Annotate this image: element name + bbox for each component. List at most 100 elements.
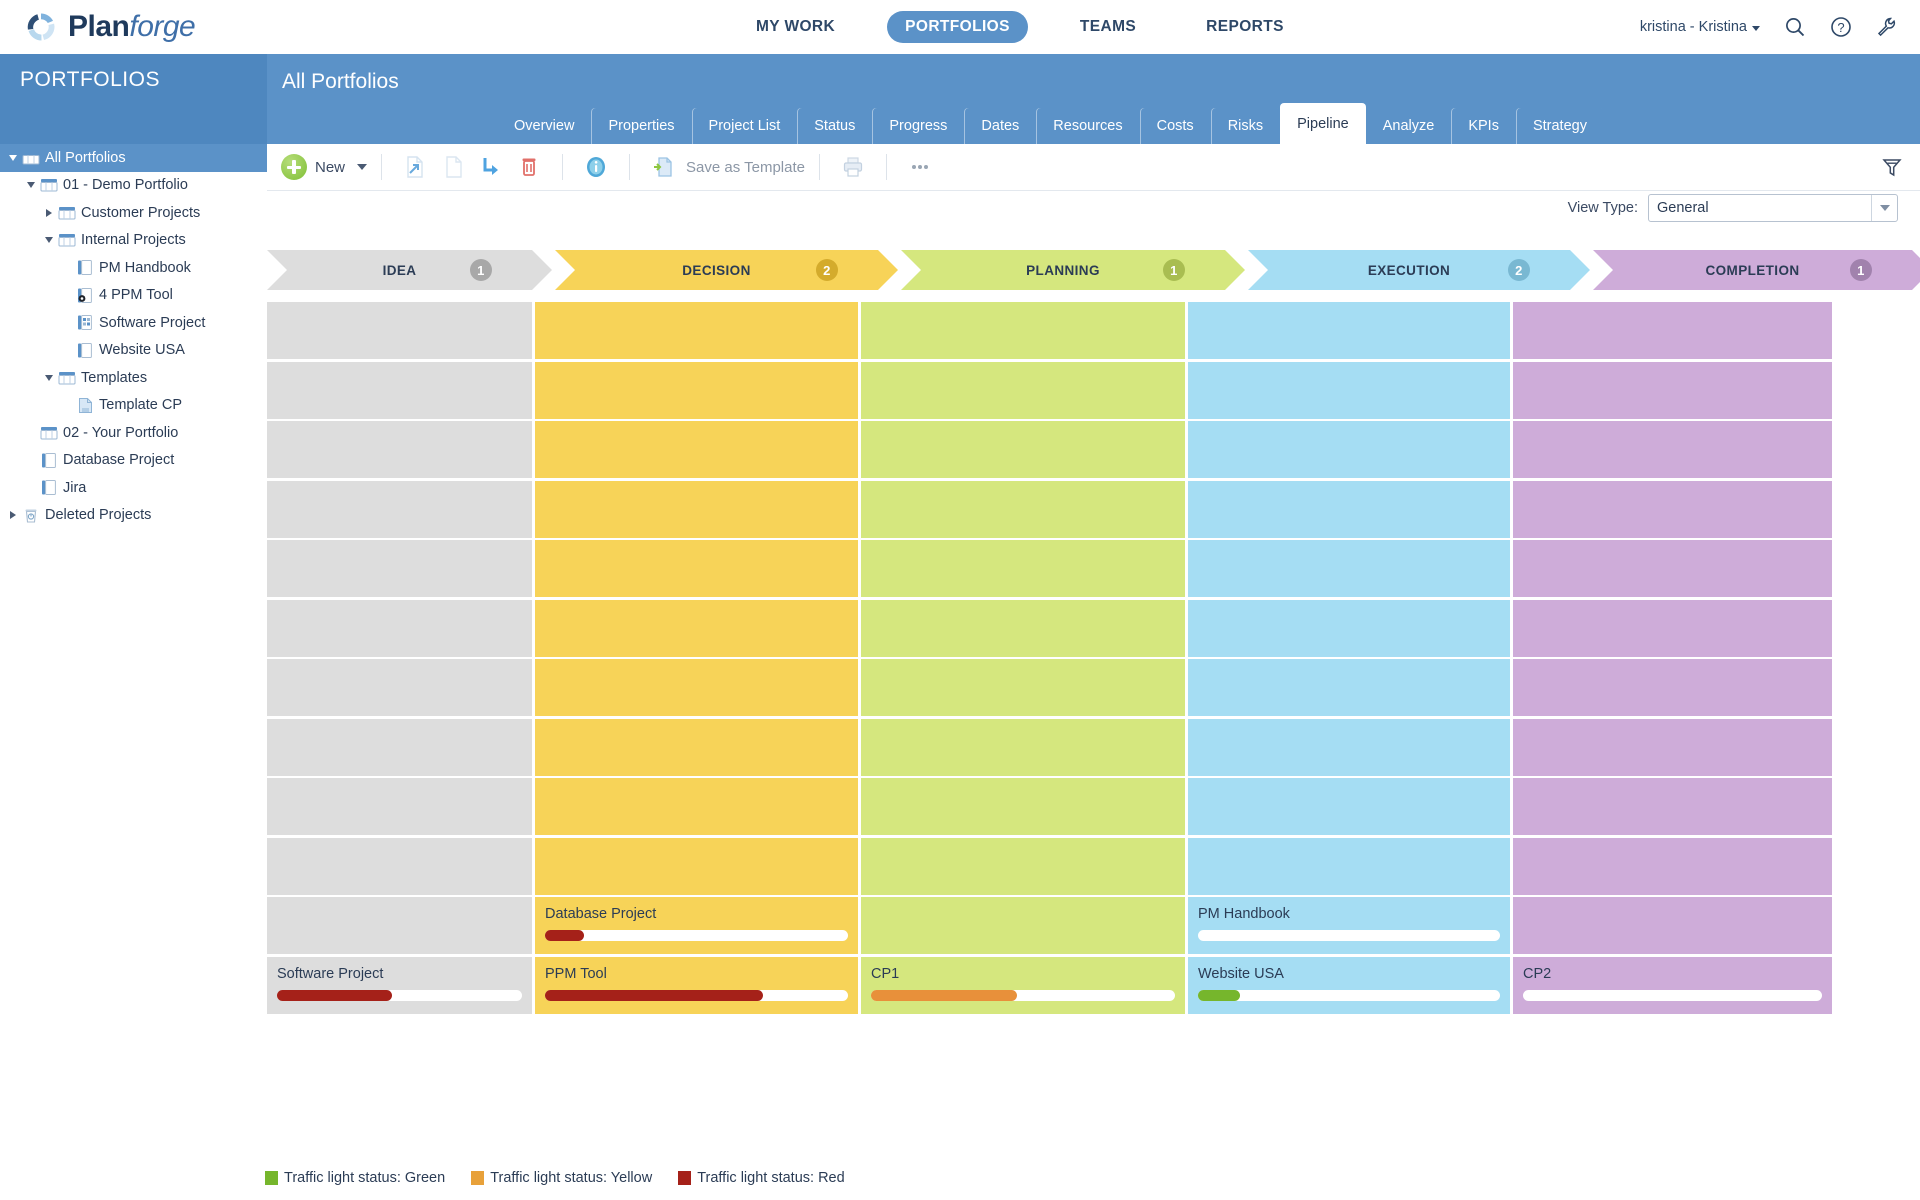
pipeline-cell[interactable] bbox=[1188, 421, 1510, 478]
pipeline-cell[interactable] bbox=[1513, 778, 1832, 835]
pipeline-cell[interactable] bbox=[1513, 659, 1832, 716]
sidebar-item-website-usa[interactable]: Website USA bbox=[0, 337, 267, 365]
project-card[interactable]: PM Handbook bbox=[1188, 897, 1510, 954]
chevron-down-icon[interactable] bbox=[1871, 195, 1897, 221]
pipeline-cell[interactable] bbox=[267, 837, 532, 895]
pipeline-cell[interactable] bbox=[535, 659, 858, 716]
pipeline-cell[interactable] bbox=[861, 361, 1185, 419]
sidebar-item-deleted-projects[interactable]: Deleted Projects bbox=[0, 502, 267, 530]
pipeline-cell[interactable] bbox=[535, 599, 858, 657]
pipeline-cell[interactable] bbox=[267, 718, 532, 776]
pipeline-cell[interactable] bbox=[267, 659, 532, 716]
app-logo[interactable]: Planforge bbox=[0, 10, 400, 44]
chevron-down-icon[interactable] bbox=[42, 374, 56, 381]
tab-pipeline[interactable]: Pipeline bbox=[1280, 103, 1366, 144]
pipeline-cell[interactable] bbox=[861, 599, 1185, 657]
search-icon[interactable] bbox=[1784, 16, 1806, 38]
pipeline-cell[interactable] bbox=[267, 302, 532, 359]
filter-icon[interactable] bbox=[1880, 155, 1904, 179]
project-card-title[interactable]: Database Project bbox=[545, 906, 656, 922]
chevron-down-icon[interactable] bbox=[6, 154, 20, 161]
pipeline-cell[interactable] bbox=[267, 480, 532, 538]
pipeline-cell[interactable] bbox=[1513, 480, 1832, 538]
pipeline-cell[interactable] bbox=[535, 718, 858, 776]
nav-reports[interactable]: REPORTS bbox=[1188, 11, 1302, 43]
open-project-icon[interactable] bbox=[401, 153, 429, 181]
sidebar-item-02-your-portfolio[interactable]: 02 - Your Portfolio bbox=[0, 419, 267, 447]
pipeline-cell[interactable] bbox=[861, 778, 1185, 835]
pipeline-stage-planning[interactable]: PLANNING 1 bbox=[901, 250, 1245, 290]
tab-risks[interactable]: Risks bbox=[1211, 108, 1280, 144]
pipeline-cell[interactable] bbox=[1513, 837, 1832, 895]
tab-project-list[interactable]: Project List bbox=[692, 108, 798, 144]
pipeline-stage-idea[interactable]: IDEA 1 bbox=[267, 250, 552, 290]
sidebar-item-01-demo-portfolio[interactable]: 01 - Demo Portfolio bbox=[0, 172, 267, 200]
sidebar-item-software-project[interactable]: Software Project bbox=[0, 309, 267, 337]
chevron-right-icon[interactable] bbox=[6, 511, 20, 520]
pipeline-cell[interactable] bbox=[1513, 361, 1832, 419]
tab-progress[interactable]: Progress bbox=[872, 108, 964, 144]
tab-costs[interactable]: Costs bbox=[1140, 108, 1211, 144]
pipeline-cell[interactable] bbox=[535, 480, 858, 538]
pipeline-cell[interactable] bbox=[1513, 718, 1832, 776]
pipeline-cell[interactable] bbox=[1513, 421, 1832, 478]
tab-properties[interactable]: Properties bbox=[591, 108, 691, 144]
pipeline-cell[interactable] bbox=[267, 897, 532, 954]
settings-wrench-icon[interactable] bbox=[1876, 16, 1898, 38]
pipeline-cell[interactable] bbox=[535, 540, 858, 597]
pipeline-cell[interactable] bbox=[267, 421, 532, 478]
sidebar-item-pm-handbook[interactable]: PM Handbook bbox=[0, 254, 267, 282]
pipeline-cell[interactable] bbox=[861, 540, 1185, 597]
pipeline-cell[interactable] bbox=[1188, 837, 1510, 895]
tab-resources[interactable]: Resources bbox=[1036, 108, 1139, 144]
pipeline-cell[interactable] bbox=[1188, 540, 1510, 597]
info-icon[interactable] bbox=[582, 153, 610, 181]
pipeline-cell[interactable] bbox=[861, 421, 1185, 478]
pipeline-cell[interactable] bbox=[861, 659, 1185, 716]
sidebar-item-database-project[interactable]: Database Project bbox=[0, 447, 267, 475]
new-button[interactable]: New bbox=[281, 154, 368, 180]
project-card-title[interactable]: Website USA bbox=[1198, 966, 1284, 982]
tab-analyze[interactable]: Analyze bbox=[1366, 108, 1452, 144]
sidebar-item-templates[interactable]: Templates bbox=[0, 364, 267, 392]
project-card[interactable]: CP2 bbox=[1513, 956, 1832, 1014]
more-icon[interactable] bbox=[906, 153, 934, 181]
pipeline-cell[interactable] bbox=[861, 718, 1185, 776]
tab-status[interactable]: Status bbox=[797, 108, 872, 144]
pipeline-cell[interactable] bbox=[267, 540, 532, 597]
project-card[interactable]: Software Project bbox=[267, 956, 532, 1014]
pipeline-cell[interactable] bbox=[1188, 778, 1510, 835]
pipeline-cell[interactable] bbox=[1513, 599, 1832, 657]
pipeline-cell[interactable] bbox=[1513, 540, 1832, 597]
pipeline-stage-completion[interactable]: COMPLETION 1 bbox=[1593, 250, 1920, 290]
project-card-title[interactable]: Software Project bbox=[277, 966, 383, 982]
help-icon[interactable]: ? bbox=[1830, 16, 1852, 38]
nav-my-work[interactable]: MY WORK bbox=[738, 11, 853, 43]
nav-teams[interactable]: TEAMS bbox=[1062, 11, 1154, 43]
pipeline-cell[interactable] bbox=[267, 778, 532, 835]
view-type-select[interactable]: General bbox=[1648, 194, 1898, 222]
tab-dates[interactable]: Dates bbox=[964, 108, 1036, 144]
user-menu[interactable]: kristina - Kristina bbox=[1640, 19, 1760, 35]
tab-kpis[interactable]: KPIs bbox=[1451, 108, 1516, 144]
pipeline-cell[interactable] bbox=[535, 837, 858, 895]
project-card-title[interactable]: CP1 bbox=[871, 966, 899, 982]
chevron-right-icon[interactable] bbox=[42, 208, 56, 217]
pipeline-stage-decision[interactable]: DECISION 2 bbox=[555, 250, 898, 290]
project-card[interactable]: Website USA bbox=[1188, 956, 1510, 1014]
pipeline-cell[interactable] bbox=[535, 421, 858, 478]
pipeline-cell[interactable] bbox=[1188, 659, 1510, 716]
pipeline-cell[interactable] bbox=[861, 897, 1185, 954]
sidebar-item-all-portfolios[interactable]: All Portfolios bbox=[0, 144, 267, 172]
project-card-title[interactable]: PM Handbook bbox=[1198, 906, 1290, 922]
pipeline-cell[interactable] bbox=[1188, 302, 1510, 359]
sidebar-item-internal-projects[interactable]: Internal Projects bbox=[0, 227, 267, 255]
pipeline-cell[interactable] bbox=[861, 837, 1185, 895]
project-card[interactable]: PPM Tool bbox=[535, 956, 858, 1014]
tab-overview[interactable]: Overview bbox=[497, 108, 591, 144]
copy-icon[interactable] bbox=[439, 153, 467, 181]
project-card[interactable]: Database Project bbox=[535, 897, 858, 954]
pipeline-cell[interactable] bbox=[861, 480, 1185, 538]
pipeline-cell[interactable] bbox=[1513, 302, 1832, 359]
pipeline-cell[interactable] bbox=[1188, 361, 1510, 419]
